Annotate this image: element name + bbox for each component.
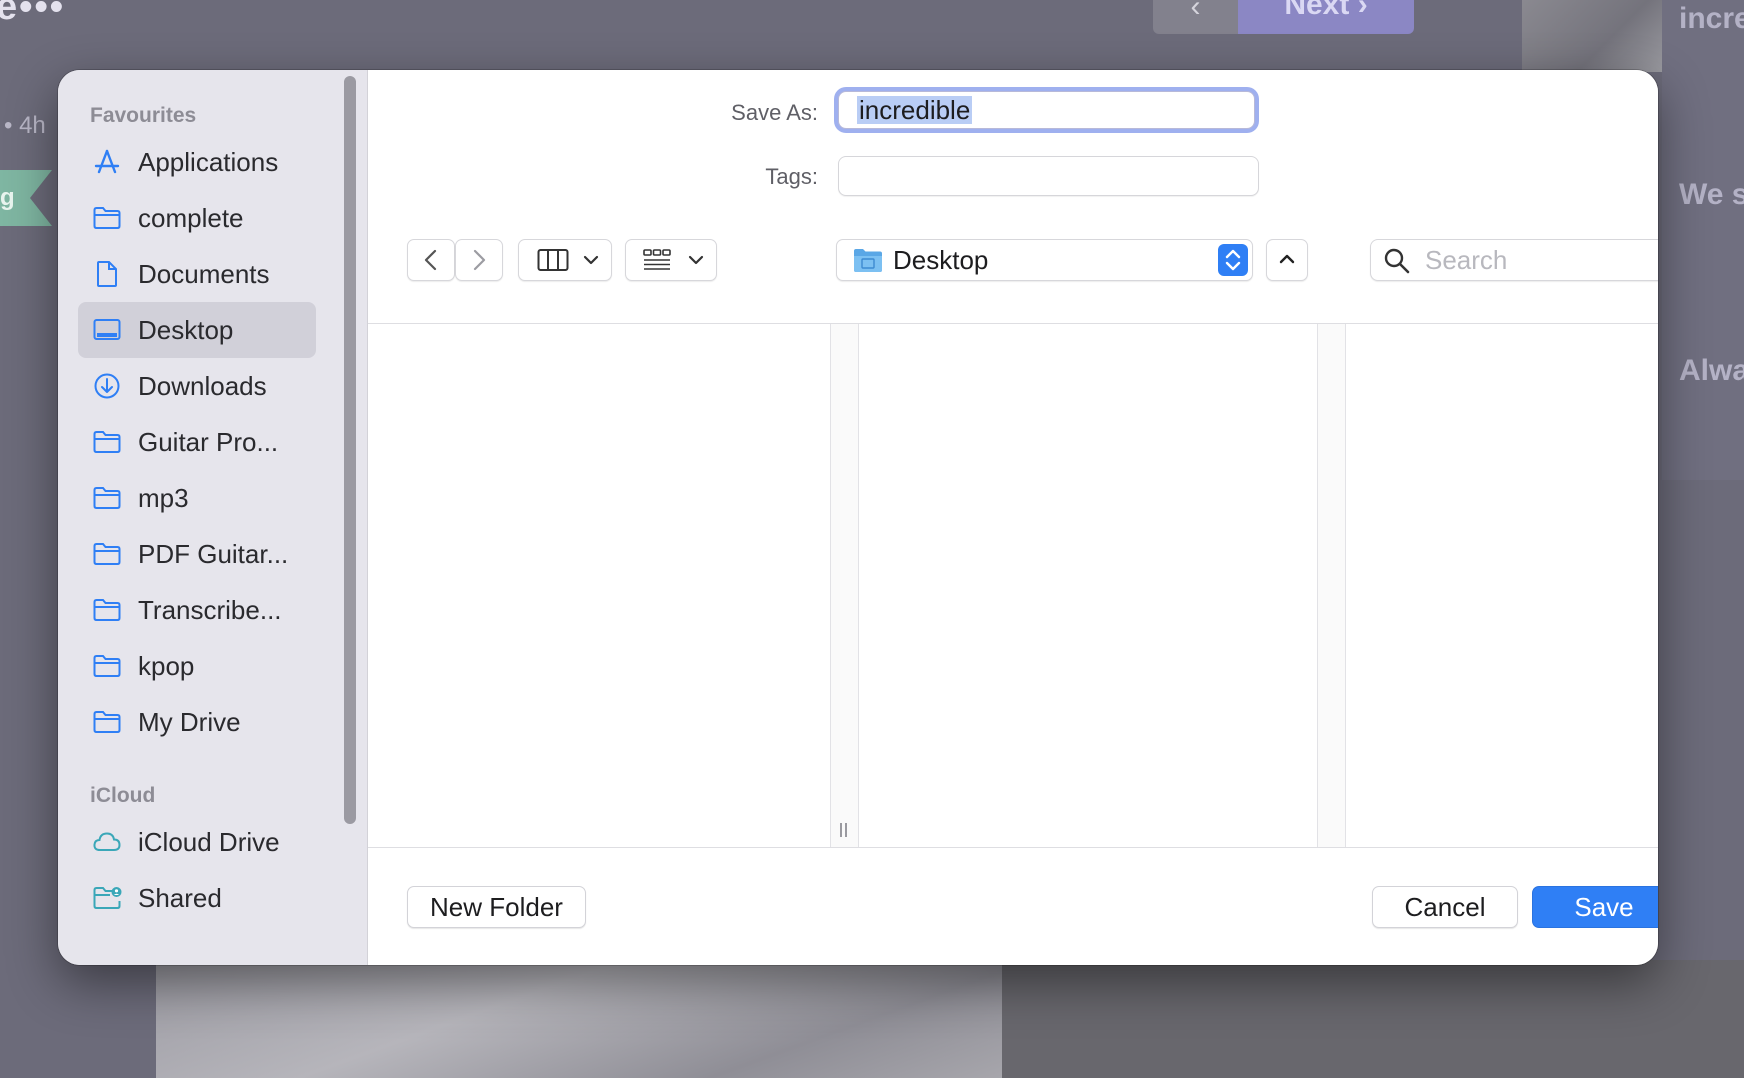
- save-dialog: Favourites Applications complete Documen…: [58, 70, 1658, 965]
- background-photo-thumbnail: [1522, 0, 1662, 72]
- applications-icon: [92, 148, 122, 176]
- save-as-field[interactable]: incredible: [838, 91, 1255, 129]
- sidebar-item-label: Desktop: [138, 315, 234, 345]
- sidebar-item-mp3[interactable]: mp3: [78, 470, 316, 526]
- column-divider[interactable]: [830, 324, 859, 847]
- resize-handle-icon[interactable]: [839, 823, 849, 837]
- save-as-label: Save As:: [731, 100, 818, 125]
- column-browser: [368, 323, 1658, 848]
- sidebar-item-shared[interactable]: Shared: [78, 870, 316, 926]
- background-timestamp: • 4h: [4, 112, 46, 139]
- browser-column-1[interactable]: [368, 324, 830, 847]
- sidebar-item-label: Documents: [138, 259, 270, 289]
- background-photo: [156, 960, 1002, 1078]
- chevron-up-icon: [1279, 254, 1295, 264]
- folder-icon: [92, 652, 122, 680]
- search-field[interactable]: Search: [1370, 239, 1658, 281]
- sidebar-item-my-drive[interactable]: My Drive: [78, 694, 316, 750]
- sidebar-item-pdf-guitar[interactable]: PDF Guitar...: [78, 526, 316, 582]
- folder-icon: [92, 484, 122, 512]
- main-panel: Save As: incredible Tags: Desktop Search…: [368, 70, 1658, 965]
- sidebar-item-icloud-drive[interactable]: iCloud Drive: [78, 814, 316, 870]
- save-as-value: incredible: [857, 95, 973, 125]
- sidebar-item-label: mp3: [138, 483, 189, 513]
- sidebar: Favourites Applications complete Documen…: [58, 70, 368, 965]
- sidebar-item-guitar-pro[interactable]: Guitar Pro...: [78, 414, 316, 470]
- tags-field[interactable]: [838, 156, 1259, 196]
- folder-icon: [92, 596, 122, 624]
- chevron-down-icon: [688, 255, 704, 265]
- location-label: Desktop: [893, 245, 989, 275]
- sidebar-item-label: Shared: [138, 883, 222, 913]
- folder-icon: [92, 708, 122, 736]
- desktop-icon: [92, 316, 122, 344]
- desktop-folder-icon: [854, 249, 882, 272]
- sidebar-item-label: PDF Guitar...: [138, 539, 289, 569]
- background-prev-button: ‹: [1153, 0, 1238, 34]
- browser-column-3[interactable]: [1346, 324, 1658, 847]
- background-text-3: Alwa: [1679, 354, 1744, 387]
- background-next-button: Next ›: [1238, 0, 1414, 34]
- sidebar-item-label: Guitar Pro...: [138, 427, 279, 457]
- save-button[interactable]: Save: [1532, 886, 1658, 928]
- browser-column-2[interactable]: [859, 324, 1317, 847]
- sidebar-item-downloads[interactable]: Downloads: [78, 358, 316, 414]
- background-next-label: Next: [1284, 0, 1350, 21]
- column-divider[interactable]: [1317, 324, 1346, 847]
- sidebar-item-label: Transcribe...: [138, 595, 282, 625]
- collapse-button[interactable]: [1266, 239, 1308, 281]
- chevron-down-icon: [583, 255, 599, 265]
- chevron-right-icon: [473, 249, 486, 271]
- shared-folder-icon: [92, 884, 122, 912]
- tags-label: Tags:: [765, 164, 818, 189]
- sidebar-scrollbar-thumb[interactable]: [344, 76, 356, 824]
- group-view-button[interactable]: [625, 239, 717, 281]
- background-tag: g: [0, 170, 30, 226]
- background-tag-tail: [30, 170, 52, 226]
- sidebar-item-label: complete: [138, 203, 244, 233]
- background-menu-dots: e•••: [0, 0, 66, 28]
- grid-view-icon: [643, 249, 671, 270]
- cloud-icon: [92, 828, 122, 856]
- up-down-icon: [1218, 244, 1248, 276]
- search-icon: [1384, 248, 1410, 274]
- folder-icon: [92, 204, 122, 232]
- sidebar-item-complete[interactable]: complete: [78, 190, 316, 246]
- background-text-1: incre: [1679, 2, 1744, 35]
- view-columns-button[interactable]: [518, 239, 612, 281]
- cancel-button[interactable]: Cancel: [1372, 886, 1518, 928]
- new-folder-button[interactable]: New Folder: [407, 886, 586, 928]
- sidebar-item-label: Applications: [138, 147, 279, 177]
- folder-icon: [92, 428, 122, 456]
- sidebar-item-label: iCloud Drive: [138, 827, 280, 857]
- folder-icon: [92, 540, 122, 568]
- location-popup[interactable]: Desktop: [836, 239, 1253, 281]
- chevron-left-icon: [424, 249, 437, 271]
- download-icon: [92, 372, 122, 400]
- sidebar-item-label: My Drive: [138, 707, 241, 737]
- icloud-heading: iCloud: [90, 784, 156, 807]
- favourites-heading: Favourites: [90, 104, 197, 127]
- sidebar-item-transcribe[interactable]: Transcribe...: [78, 582, 316, 638]
- forward-button[interactable]: [455, 239, 503, 281]
- sidebar-item-applications[interactable]: Applications: [78, 134, 316, 190]
- background-next-arrow: ›: [1357, 0, 1368, 21]
- sidebar-item-label: Downloads: [138, 371, 267, 401]
- sidebar-item-desktop[interactable]: Desktop: [78, 302, 316, 358]
- sidebar-item-label: kpop: [138, 651, 195, 681]
- back-button[interactable]: [407, 239, 455, 281]
- columns-view-icon: [537, 249, 569, 271]
- sidebar-item-kpop[interactable]: kpop: [78, 638, 316, 694]
- background-text-2: We s: [1679, 178, 1744, 211]
- background-right-panel: [1662, 0, 1744, 480]
- document-icon: [92, 260, 122, 288]
- background-area: [1002, 960, 1744, 1078]
- search-placeholder: Search: [1425, 245, 1508, 275]
- sidebar-item-documents[interactable]: Documents: [78, 246, 316, 302]
